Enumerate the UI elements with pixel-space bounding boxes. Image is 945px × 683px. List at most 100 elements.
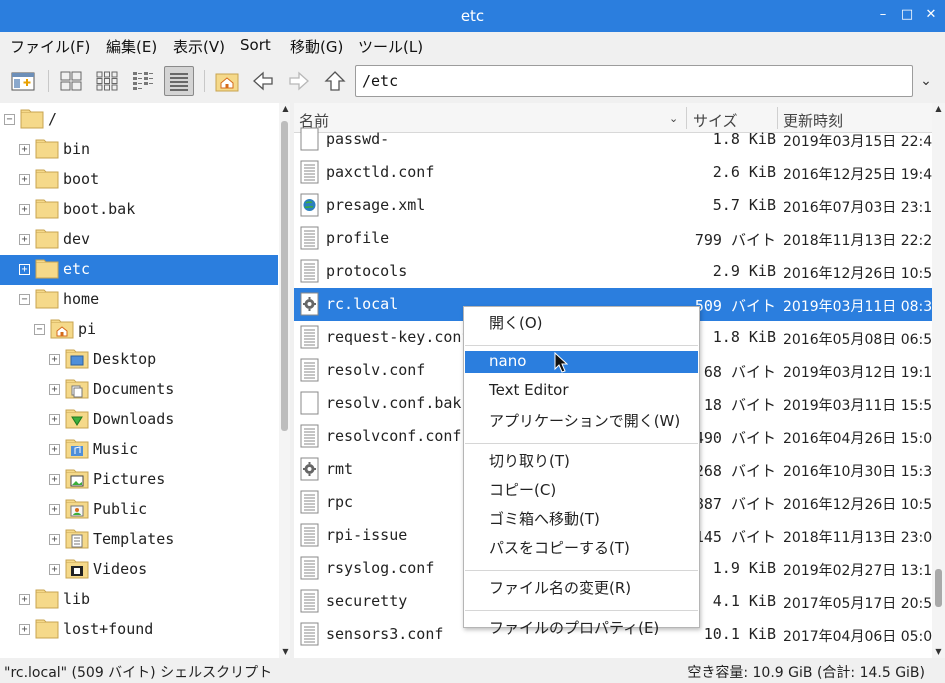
tree-item[interactable]: + dev xyxy=(0,225,278,255)
file-row[interactable]: presage.xml 5.7 KiB 2016年07月03日 23:11 xyxy=(294,189,932,222)
new-window-icon[interactable] xyxy=(8,66,38,96)
path-input[interactable]: /etc xyxy=(355,65,913,97)
tree-item[interactable]: + Downloads xyxy=(0,405,278,435)
tree-item[interactable]: + Public xyxy=(0,495,278,525)
context-menu-item[interactable]: アプリケーションで開く(W) xyxy=(465,409,698,431)
text-file-icon xyxy=(300,160,319,184)
file-size: 887 バイト xyxy=(694,495,776,513)
detailed-list-view-icon[interactable] xyxy=(164,66,194,96)
expand-icon[interactable]: + xyxy=(19,624,30,635)
thumbnail-view-icon[interactable] xyxy=(92,66,122,96)
expand-icon[interactable]: + xyxy=(19,174,30,185)
context-menu-item[interactable]: ゴミ箱へ移動(T) xyxy=(465,507,698,529)
context-menu-item[interactable]: Text Editor xyxy=(465,380,698,402)
expand-icon[interactable]: + xyxy=(49,534,60,545)
tree-item[interactable]: + boot.bak xyxy=(0,195,278,225)
icon-view-icon[interactable] xyxy=(56,66,86,96)
expand-icon[interactable]: + xyxy=(19,144,30,155)
status-bar: "rc.local" (509 バイト) シェルスクリプト 空き容量: 10.9… xyxy=(0,658,945,683)
forward-arrow-icon[interactable] xyxy=(284,66,314,96)
file-name: rpi-issue xyxy=(326,526,408,544)
menu-tools[interactable]: ツール(L) xyxy=(358,36,423,57)
file-size: 268 バイト xyxy=(694,462,776,480)
scroll-down-arrow-icon[interactable]: ▼ xyxy=(934,647,943,656)
folder-icon xyxy=(35,618,59,639)
tree-item[interactable]: + Documents xyxy=(0,375,278,405)
file-size: 2.9 KiB xyxy=(712,262,776,280)
expand-icon[interactable]: + xyxy=(49,384,60,395)
context-menu-item[interactable]: ファイル名の変更(R) xyxy=(465,576,698,598)
tree-item[interactable]: + Videos xyxy=(0,555,278,585)
compact-view-icon[interactable] xyxy=(128,66,158,96)
tree-item[interactable]: + Templates xyxy=(0,525,278,555)
text-file-icon xyxy=(300,523,319,547)
tree-item[interactable]: − / xyxy=(0,105,278,135)
file-modified-date: 2019年02月27日 13:16 xyxy=(783,563,932,579)
file-size: 68 バイト xyxy=(703,363,776,381)
toolbar-separator xyxy=(48,70,49,92)
back-arrow-icon[interactable] xyxy=(248,66,278,96)
collapse-icon[interactable]: − xyxy=(19,294,30,305)
expand-icon[interactable]: + xyxy=(19,594,30,605)
minimize-button[interactable]: – xyxy=(874,6,892,24)
scroll-up-arrow-icon[interactable]: ▲ xyxy=(934,104,943,113)
tree-scrollbar[interactable]: ▲ ▼ xyxy=(279,103,290,658)
collapse-icon[interactable]: − xyxy=(4,114,15,125)
expand-icon[interactable]: + xyxy=(19,204,30,215)
menu-separator xyxy=(465,443,698,444)
blank-file-icon xyxy=(300,391,319,415)
context-menu-item[interactable]: 開く(O) xyxy=(465,311,698,333)
home-icon[interactable] xyxy=(212,66,242,96)
expand-icon[interactable]: + xyxy=(49,504,60,515)
expand-icon[interactable]: + xyxy=(19,264,30,275)
expand-icon[interactable]: + xyxy=(49,414,60,425)
file-row[interactable]: paxctld.conf 2.6 KiB 2016年12月25日 19:43 xyxy=(294,156,932,189)
expand-icon[interactable]: + xyxy=(49,354,60,365)
scroll-up-arrow-icon[interactable]: ▲ xyxy=(281,104,290,113)
tree-item[interactable]: + lost+found xyxy=(0,615,278,645)
context-menu-item[interactable]: コピー(C) xyxy=(465,478,698,500)
tree-item[interactable]: + Pictures xyxy=(0,465,278,495)
tree-item[interactable]: + Music xyxy=(0,435,278,465)
tree-item[interactable]: − home xyxy=(0,285,278,315)
up-arrow-icon[interactable] xyxy=(320,66,350,96)
menu-edit[interactable]: 編集(E) xyxy=(106,36,157,57)
file-size: 509 バイト xyxy=(694,297,776,315)
list-scrollbar-thumb[interactable] xyxy=(935,569,942,607)
pictures-folder-icon xyxy=(65,468,89,489)
list-scrollbar[interactable]: ▲ ▼ xyxy=(932,103,945,658)
expand-icon[interactable]: + xyxy=(49,564,60,575)
file-size: 18 バイト xyxy=(703,396,776,414)
expand-icon[interactable]: + xyxy=(19,234,30,245)
tree-item[interactable]: + boot xyxy=(0,165,278,195)
close-button[interactable]: ✕ xyxy=(922,6,940,24)
context-menu-item[interactable]: ファイルのプロパティ(E) xyxy=(465,616,698,638)
expand-icon[interactable]: + xyxy=(49,444,60,455)
file-row[interactable]: protocols 2.9 KiB 2016年12月26日 10:56 xyxy=(294,255,932,288)
expand-icon[interactable]: + xyxy=(49,474,60,485)
menu-view[interactable]: 表示(V) xyxy=(173,36,225,57)
tree-item[interactable]: + bin xyxy=(0,135,278,165)
file-row[interactable]: profile 799 バイト 2018年11月13日 22:21 xyxy=(294,222,932,255)
context-menu-item[interactable]: 切り取り(T) xyxy=(465,449,698,471)
file-row[interactable]: passwd- 1.8 KiB 2019年03月15日 22:46 xyxy=(294,123,932,156)
menu-file[interactable]: ファイル(F) xyxy=(10,36,90,57)
maximize-button[interactable]: □ xyxy=(898,6,916,24)
collapse-icon[interactable]: − xyxy=(34,324,45,335)
tree-item[interactable]: + Desktop xyxy=(0,345,278,375)
context-menu-item[interactable]: nano xyxy=(465,351,698,373)
tree-item-label: Videos xyxy=(93,560,148,578)
tree-scrollbar-thumb[interactable] xyxy=(281,121,288,431)
menu-sort[interactable]: Sort xyxy=(240,36,271,54)
file-size: 5.7 KiB xyxy=(712,196,776,214)
menu-go[interactable]: 移動(G) xyxy=(290,36,343,57)
tree-item-label: Templates xyxy=(93,530,175,548)
context-menu-item[interactable]: パスをコピーする(T) xyxy=(465,536,698,558)
tree-item-label: dev xyxy=(63,230,91,248)
scroll-down-arrow-icon[interactable]: ▼ xyxy=(281,647,290,656)
path-dropdown-chevron-icon[interactable]: ⌄ xyxy=(915,70,937,92)
menu-separator xyxy=(465,345,698,346)
tree-item[interactable]: + etc xyxy=(0,255,278,285)
tree-item[interactable]: + lib xyxy=(0,585,278,615)
tree-item[interactable]: − pi xyxy=(0,315,278,345)
